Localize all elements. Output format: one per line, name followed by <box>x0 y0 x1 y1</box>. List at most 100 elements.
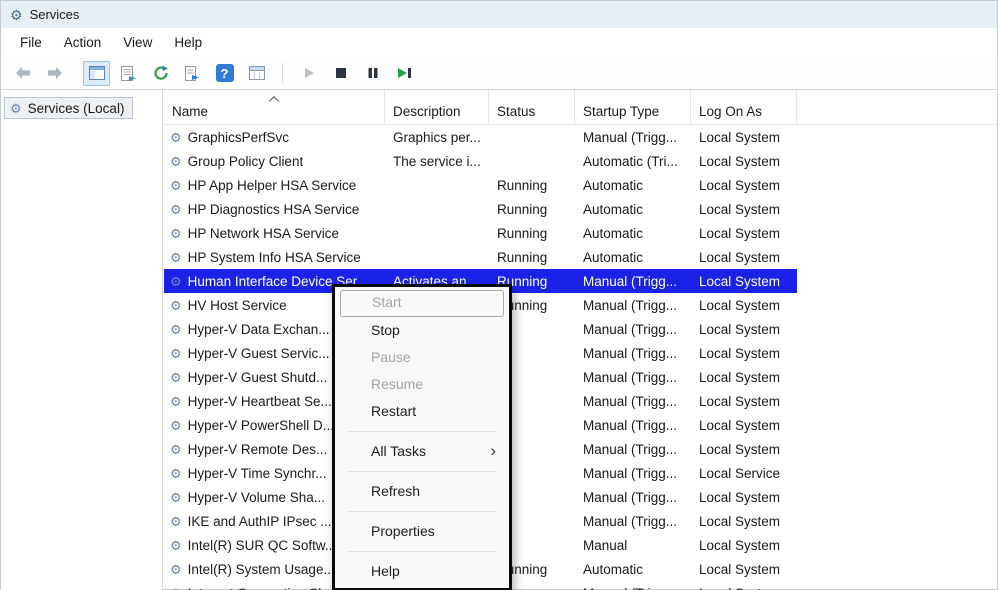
cell-log-on-as: Local System <box>691 149 797 173</box>
cell-startup-type: Manual (Trigg... <box>575 413 691 437</box>
context-menu: StartStopPauseResumeRestartAll Tasks›Ref… <box>332 284 512 590</box>
cell-log-on-as: Local System <box>691 341 797 365</box>
context-item-properties[interactable]: Properties <box>335 518 509 545</box>
context-menu-separator <box>347 551 497 552</box>
cell-startup-type: Automatic (Tri... <box>575 149 691 173</box>
column-header-startup-type[interactable]: Startup Type <box>575 90 691 124</box>
show-console-tree-icon[interactable] <box>83 61 110 86</box>
cell-filler <box>797 125 997 149</box>
table-row[interactable]: ⚙Hyper-V Guest Shutd...Manual (Trigg...L… <box>164 365 997 389</box>
cell-filler <box>797 293 997 317</box>
title-bar: ⚙ Services <box>1 1 997 28</box>
export-list-icon[interactable] <box>115 61 142 86</box>
cell-description <box>385 245 489 269</box>
cell-startup-type: Manual (Trigg... <box>575 293 691 317</box>
cell-name: ⚙HP Diagnostics HSA Service <box>164 197 385 221</box>
service-gear-icon: ⚙ <box>170 251 182 264</box>
cell-filler <box>797 317 997 341</box>
service-name-label: Hyper-V Data Exchan... <box>188 322 330 337</box>
menu-view[interactable]: View <box>112 31 163 54</box>
cell-log-on-as: Local System <box>691 485 797 509</box>
cell-log-on-as: Local System <box>691 197 797 221</box>
cell-startup-type: Automatic <box>575 245 691 269</box>
back-icon[interactable] <box>9 61 36 86</box>
table-row[interactable]: ⚙GraphicsPerfSvcGraphics per...Manual (T… <box>164 125 997 149</box>
table-row[interactable]: ⚙Intel(R) SUR QC Softw...ManualLocal Sys… <box>164 533 997 557</box>
pause-service-icon[interactable] <box>359 61 386 86</box>
cell-startup-type: Manual (Trigg... <box>575 317 691 341</box>
cell-status: Running <box>489 245 575 269</box>
table-row[interactable]: ⚙ Hyper-V Data Exchan... Manual (Trigg...L… <box>164 317 997 341</box>
export-icon[interactable] <box>179 61 206 86</box>
sort-ascending-icon <box>268 91 280 105</box>
table-row[interactable]: ⚙HP System Info HSA ServiceRunningAutoma… <box>164 245 997 269</box>
cell-name: ⚙HP App Helper HSA Service <box>164 173 385 197</box>
menu-file[interactable]: File <box>9 31 53 54</box>
context-item-stop[interactable]: Stop <box>335 317 509 344</box>
cell-filler <box>797 173 997 197</box>
cell-log-on-as: Local System <box>691 365 797 389</box>
refresh-icon[interactable] <box>147 61 174 86</box>
cell-status: Running <box>489 173 575 197</box>
table-row[interactable]: ⚙Group Policy ClientThe service i...Auto… <box>164 149 997 173</box>
cell-log-on-as: Local System <box>691 437 797 461</box>
context-item-all-tasks[interactable]: All Tasks› <box>335 438 509 465</box>
cell-filler <box>797 245 997 269</box>
column-header-log-on-as[interactable]: Log On As <box>691 90 797 124</box>
cell-startup-type: Manual (Trigg... <box>575 461 691 485</box>
service-gear-icon: ⚙ <box>170 491 182 504</box>
column-header-description[interactable]: Description <box>385 90 489 124</box>
service-gear-icon: ⚙ <box>170 323 182 336</box>
service-name-label: HP App Helper HSA Service <box>188 178 357 193</box>
table-row[interactable]: ⚙Hyper-V Volume Sha...Manual (Trigg...Lo… <box>164 485 997 509</box>
table-row[interactable]: ⚙Hyper-V Guest Servic...Manual (Trigg...… <box>164 341 997 365</box>
context-item-pause: Pause <box>335 344 509 371</box>
service-name-label: Hyper-V Guest Shutd... <box>188 370 328 385</box>
column-header-name[interactable]: Name <box>164 90 385 124</box>
table-row[interactable]: ⚙Hyper-V Remote Des...Manual (Trigg...Lo… <box>164 437 997 461</box>
context-item-restart[interactable]: Restart <box>335 398 509 425</box>
cell-filler <box>797 437 997 461</box>
start-service-icon[interactable] <box>295 61 322 86</box>
table-row[interactable]: ⚙HP Diagnostics HSA ServiceRunningAutoma… <box>164 197 997 221</box>
table-row[interactable]: ⚙Hyper-V PowerShell D...Manual (Trigg...… <box>164 413 997 437</box>
cell-startup-type: Manual (Trigg... <box>575 485 691 509</box>
menu-help[interactable]: Help <box>163 31 213 54</box>
cell-description: The service i... <box>385 149 489 173</box>
service-name-label: Intel(R) SUR QC Softw... <box>188 538 337 553</box>
column-label: Description <box>393 104 461 119</box>
service-name-label: Intel(R) System Usage... <box>188 562 335 577</box>
service-gear-icon: ⚙ <box>170 347 182 360</box>
forward-icon[interactable] <box>41 61 68 86</box>
table-row[interactable]: ⚙Intel(R) System Usage...RunningAutomati… <box>164 557 997 581</box>
cell-filler <box>797 197 997 221</box>
cell-log-on-as: Local System <box>691 317 797 341</box>
table-row[interactable]: ⚙HV Host ServiceRunningManual (Trigg...L… <box>164 293 997 317</box>
service-name-label: Hyper-V Heartbeat Se... <box>188 394 332 409</box>
help-icon[interactable]: ? <box>211 61 238 86</box>
cell-description <box>385 221 489 245</box>
cell-filler <box>797 149 997 173</box>
context-item-help[interactable]: Help <box>335 558 509 585</box>
stop-service-icon[interactable] <box>327 61 354 86</box>
cell-startup-type: Automatic <box>575 557 691 581</box>
window-title: Services <box>30 7 80 22</box>
column-header-status[interactable]: Status <box>489 90 575 124</box>
restart-service-icon[interactable] <box>391 61 418 86</box>
table-row[interactable]: ⚙HP Network HSA ServiceRunningAutomaticL… <box>164 221 997 245</box>
table-row[interactable]: ⚙Internet Connection Shari...Provides n.… <box>164 581 997 590</box>
sidebar-root-label: Services (Local) <box>28 101 125 116</box>
table-row[interactable]: ⚙HP App Helper HSA ServiceRunningAutomat… <box>164 173 997 197</box>
sidebar-item-services-local[interactable]: ⚙ Services (Local) <box>4 97 133 119</box>
column-label: Startup Type <box>583 104 659 119</box>
table-row[interactable]: ⚙Human Interface Device Servi...Activate… <box>164 269 997 293</box>
context-item-refresh[interactable]: Refresh <box>335 478 509 505</box>
table-row[interactable]: ⚙Hyper-V Heartbeat Se...Manual (Trigg...… <box>164 389 997 413</box>
table-row[interactable]: ⚙Hyper-V Time Synchr...Manual (Trigg...L… <box>164 461 997 485</box>
cell-filler <box>797 533 997 557</box>
table-row[interactable]: ⚙IKE and AuthIP IPsec ...Manual (Trigg..… <box>164 509 997 533</box>
service-name-label: Hyper-V Time Synchr... <box>188 466 327 481</box>
menu-action[interactable]: Action <box>53 31 113 54</box>
properties-icon[interactable] <box>243 61 270 86</box>
context-menu-separator <box>347 431 497 432</box>
